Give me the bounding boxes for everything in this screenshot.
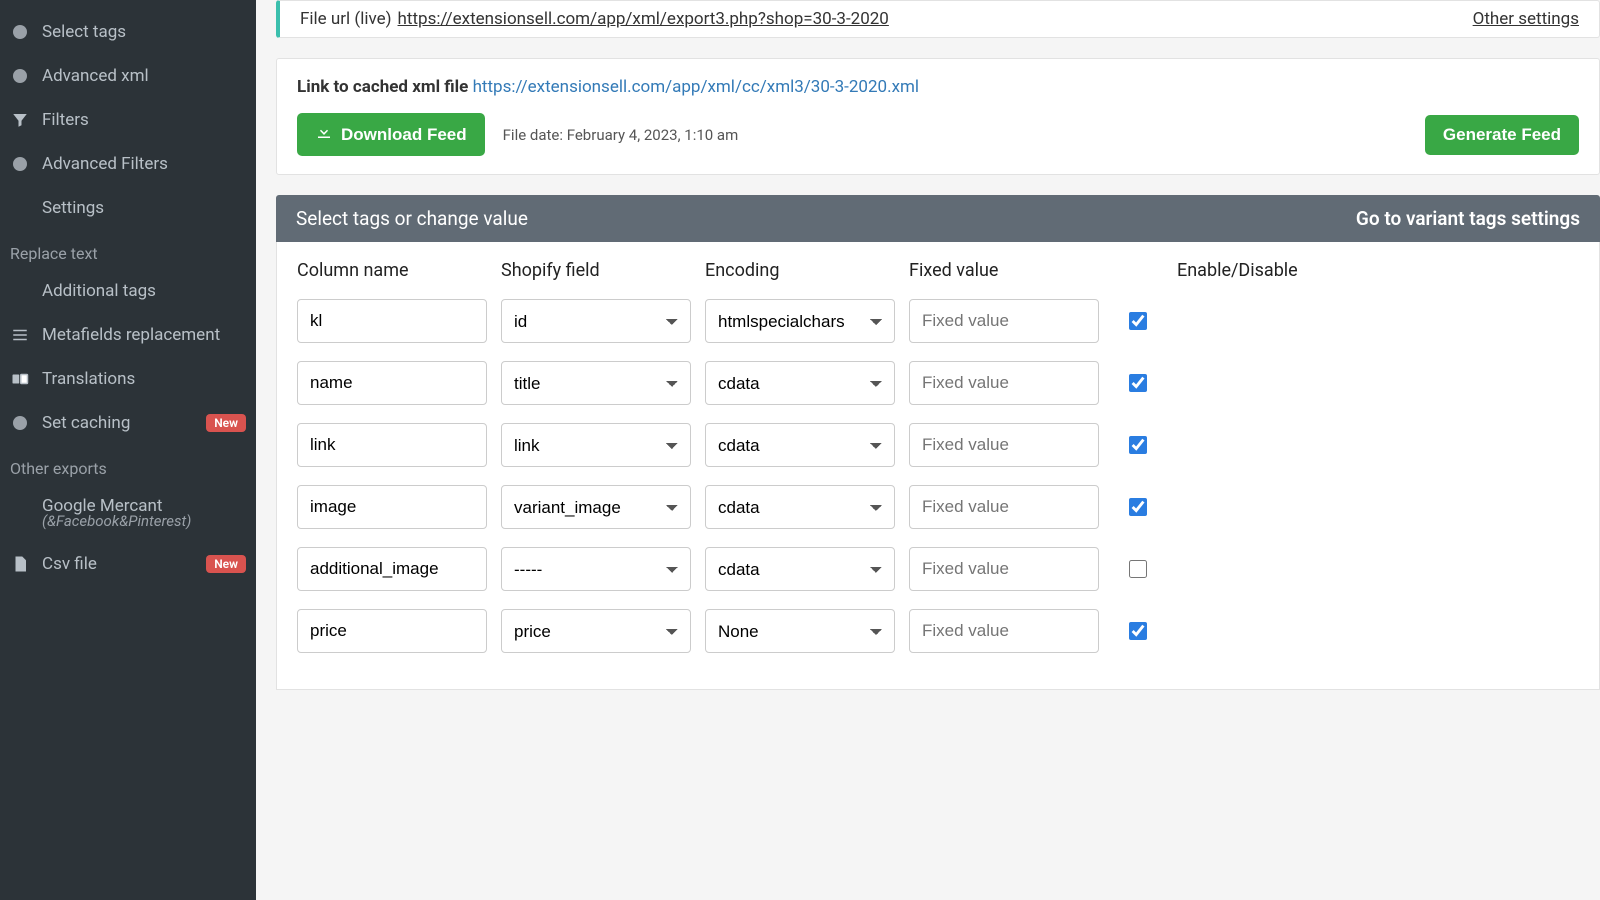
file-date-text: File date: February 4, 2023, 1:10 am bbox=[503, 126, 739, 144]
generate-feed-label: Generate Feed bbox=[1443, 125, 1561, 145]
shopify-field-select[interactable]: ----- bbox=[501, 547, 691, 591]
variant-tags-link[interactable]: Go to variant tags settings bbox=[1356, 207, 1580, 230]
enable-checkbox[interactable] bbox=[1129, 498, 1147, 516]
sidebar-item-google-mercant-sub: (&Facebook&Pinterest) bbox=[0, 512, 256, 542]
sidebar-item-translations[interactable]: Translations bbox=[0, 357, 256, 401]
sidebar-label: Advanced xml bbox=[42, 66, 149, 86]
fixed-value-input[interactable] bbox=[909, 423, 1099, 467]
sidebar-label: Additional tags bbox=[42, 281, 156, 301]
download-feed-button[interactable]: Download Feed bbox=[297, 113, 485, 156]
sidebar-label: Translations bbox=[42, 369, 135, 389]
sidebar-label: Settings bbox=[42, 198, 104, 218]
column-name-input[interactable] bbox=[297, 609, 487, 653]
shopify-field-select[interactable]: variant_image bbox=[501, 485, 691, 529]
encoding-select[interactable]: cdata bbox=[705, 361, 895, 405]
funnel-icon bbox=[10, 110, 30, 130]
table-row: title cdata bbox=[297, 361, 1579, 405]
main-content: File url (live) https://extensionsell.co… bbox=[256, 0, 1600, 900]
fixed-value-input[interactable] bbox=[909, 299, 1099, 343]
new-badge: New bbox=[206, 555, 246, 573]
table-title: Select tags or change value bbox=[296, 207, 528, 230]
sidebar-item-additional-tags[interactable]: Additional tags bbox=[0, 269, 256, 313]
download-icon bbox=[315, 123, 333, 146]
dot-icon bbox=[10, 66, 30, 86]
table-row: link cdata bbox=[297, 423, 1579, 467]
encoding-select[interactable]: cdata bbox=[705, 423, 895, 467]
shopify-field-select[interactable]: title bbox=[501, 361, 691, 405]
list-icon bbox=[10, 325, 30, 345]
th-encoding: Encoding bbox=[705, 260, 895, 281]
cached-xml-label: Link to cached xml file bbox=[297, 77, 468, 97]
column-name-input[interactable] bbox=[297, 423, 487, 467]
cached-feed-panel: Link to cached xml file https://extensio… bbox=[276, 58, 1600, 175]
th-fixed-value: Fixed value bbox=[909, 260, 1099, 281]
sidebar-section-replace-text: Replace text bbox=[0, 230, 256, 269]
sidebar-item-filters[interactable]: Filters bbox=[0, 98, 256, 142]
fixed-value-input[interactable] bbox=[909, 485, 1099, 529]
table-row: price None bbox=[297, 609, 1579, 653]
enable-checkbox[interactable] bbox=[1129, 374, 1147, 392]
fixed-value-input[interactable] bbox=[909, 361, 1099, 405]
translate-icon bbox=[10, 369, 30, 389]
fixed-value-input[interactable] bbox=[909, 547, 1099, 591]
dot-icon bbox=[10, 22, 30, 42]
th-column-name: Column name bbox=[297, 260, 487, 281]
generate-feed-button[interactable]: Generate Feed bbox=[1425, 115, 1579, 155]
sidebar-label: Filters bbox=[42, 110, 89, 130]
encoding-select[interactable]: cdata bbox=[705, 485, 895, 529]
sidebar: Select tags Advanced xml Filters Advance… bbox=[0, 0, 256, 900]
shopify-field-select[interactable]: price bbox=[501, 609, 691, 653]
enable-checkbox[interactable] bbox=[1129, 560, 1147, 578]
file-url-label: File url (live) bbox=[300, 9, 392, 29]
sidebar-label: Advanced Filters bbox=[42, 154, 168, 174]
dot-icon bbox=[10, 413, 30, 433]
table-row: variant_image cdata bbox=[297, 485, 1579, 529]
sidebar-item-csv-file[interactable]: Csv file New bbox=[0, 542, 256, 586]
column-name-input[interactable] bbox=[297, 547, 487, 591]
sidebar-label: Select tags bbox=[42, 22, 126, 42]
sidebar-item-advanced-filters[interactable]: Advanced Filters bbox=[0, 142, 256, 186]
shopify-field-select[interactable]: id bbox=[501, 299, 691, 343]
sidebar-item-set-caching[interactable]: Set caching New bbox=[0, 401, 256, 445]
enable-checkbox[interactable] bbox=[1129, 622, 1147, 640]
th-enable-disable: Enable/Disable bbox=[1177, 260, 1317, 281]
file-url-link[interactable]: https://extensionsell.com/app/xml/export… bbox=[398, 9, 889, 29]
column-name-input[interactable] bbox=[297, 485, 487, 529]
sidebar-item-advanced-xml[interactable]: Advanced xml bbox=[0, 54, 256, 98]
enable-checkbox[interactable] bbox=[1129, 436, 1147, 454]
csv-icon bbox=[10, 554, 30, 574]
file-url-panel: File url (live) https://extensionsell.co… bbox=[276, 0, 1600, 38]
encoding-select[interactable]: None bbox=[705, 609, 895, 653]
sidebar-item-select-tags[interactable]: Select tags bbox=[0, 10, 256, 54]
shopify-field-select[interactable]: link bbox=[501, 423, 691, 467]
column-name-input[interactable] bbox=[297, 299, 487, 343]
enable-checkbox[interactable] bbox=[1129, 312, 1147, 330]
tags-table-panel: Select tags or change value Go to varian… bbox=[276, 195, 1600, 690]
table-row: id htmlspecialchars bbox=[297, 299, 1579, 343]
other-settings-link[interactable]: Other settings bbox=[1473, 9, 1579, 29]
cached-xml-link[interactable]: https://extensionsell.com/app/xml/cc/xml… bbox=[473, 77, 919, 97]
sidebar-label: Csv file bbox=[42, 554, 97, 574]
fixed-value-input[interactable] bbox=[909, 609, 1099, 653]
sidebar-item-metafields[interactable]: Metafields replacement bbox=[0, 313, 256, 357]
sidebar-label: Set caching bbox=[42, 413, 130, 433]
new-badge: New bbox=[206, 414, 246, 432]
encoding-select[interactable]: htmlspecialchars bbox=[705, 299, 895, 343]
sidebar-section-other-exports: Other exports bbox=[0, 445, 256, 484]
th-shopify-field: Shopify field bbox=[501, 260, 691, 281]
sidebar-item-settings[interactable]: Settings bbox=[0, 186, 256, 230]
column-name-input[interactable] bbox=[297, 361, 487, 405]
dot-icon bbox=[10, 154, 30, 174]
download-feed-label: Download Feed bbox=[341, 125, 467, 145]
encoding-select[interactable]: cdata bbox=[705, 547, 895, 591]
sidebar-label: Metafields replacement bbox=[42, 325, 220, 345]
table-head-row: Column name Shopify field Encoding Fixed… bbox=[297, 260, 1579, 281]
table-row: ----- cdata bbox=[297, 547, 1579, 591]
